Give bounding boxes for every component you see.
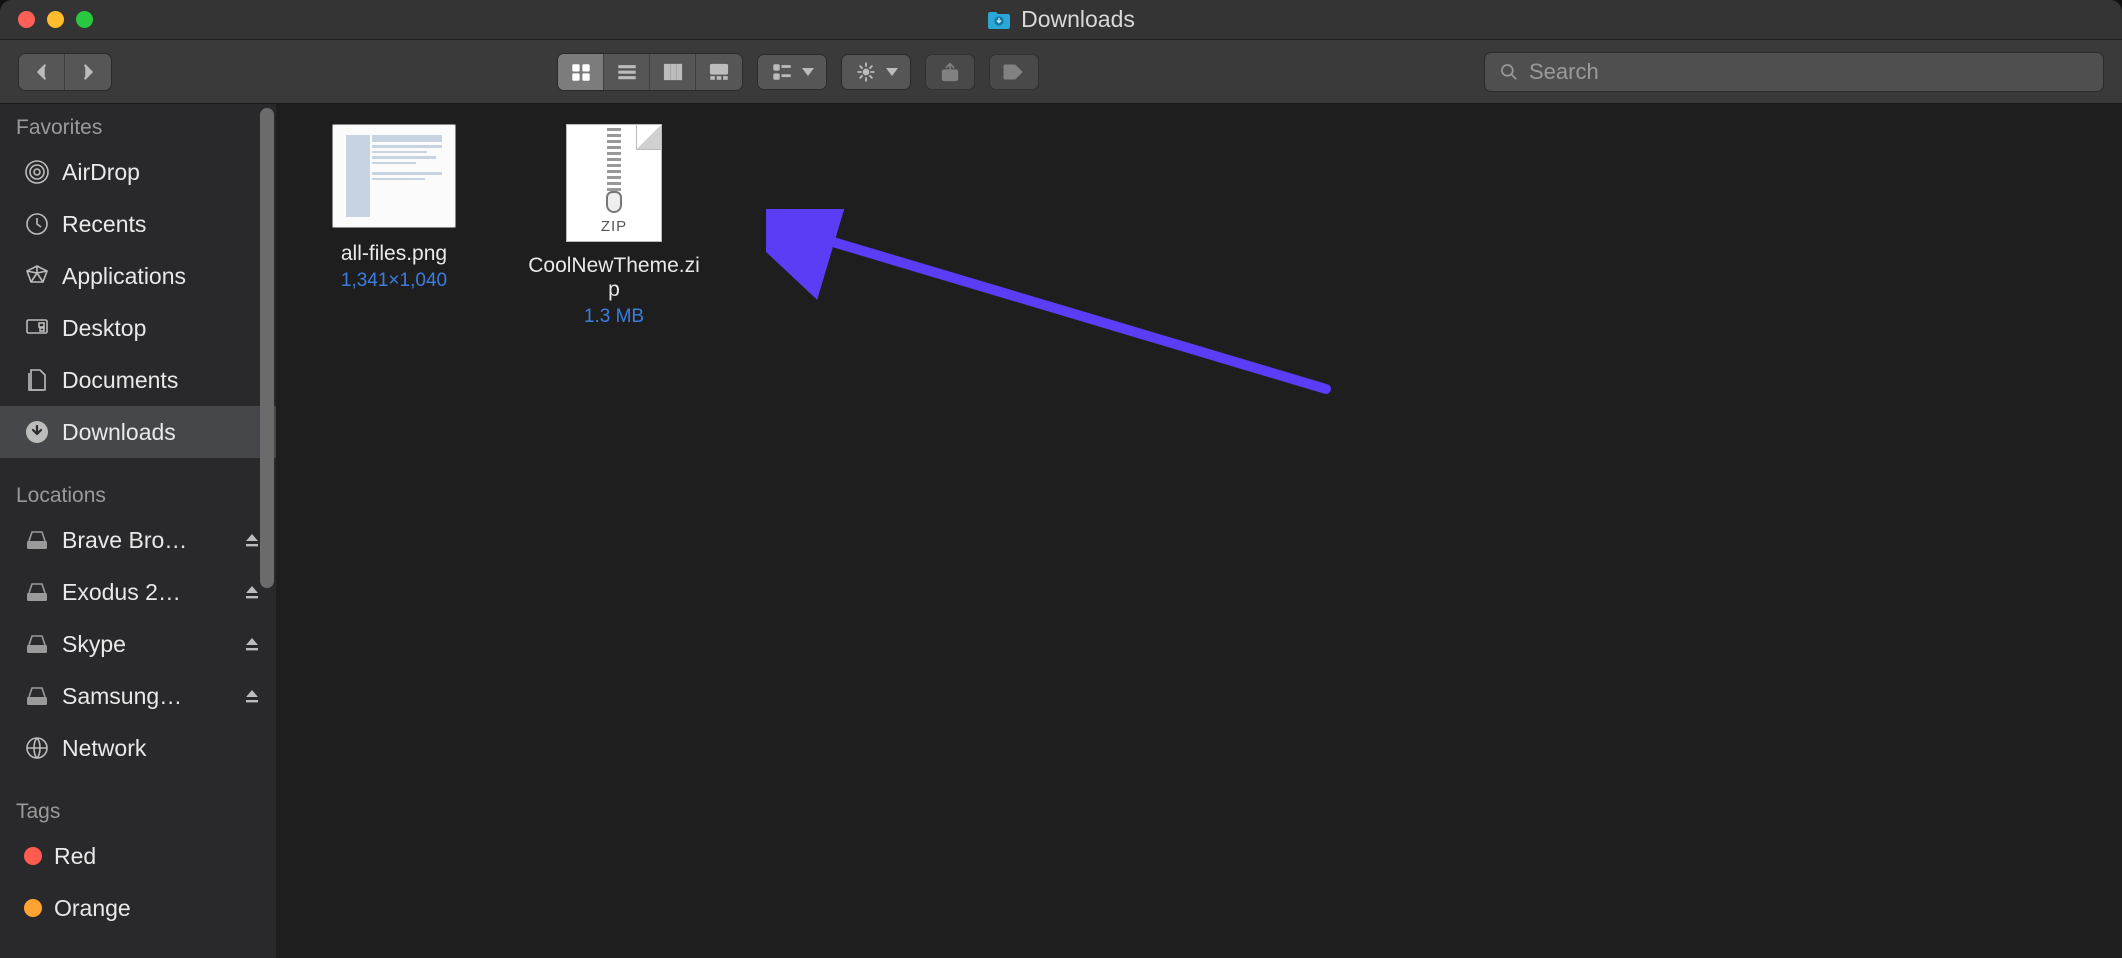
chevron-down-icon [886, 68, 898, 76]
downloads-icon [24, 419, 50, 445]
sidebar-section-locations: Locations [0, 472, 276, 514]
file-item[interactable]: all-files.png 1,341×1,040 [304, 124, 484, 292]
chevron-down-icon [802, 68, 814, 76]
documents-icon [24, 367, 50, 393]
sidebar-item-network[interactable]: Network [0, 722, 276, 774]
annotation-arrow [766, 209, 1366, 429]
drive-icon [24, 527, 50, 553]
applications-icon [24, 263, 50, 289]
desktop-icon [24, 315, 50, 341]
search-field[interactable]: Search [1484, 52, 2104, 92]
nav-buttons [18, 53, 112, 91]
file-thumbnail-image [332, 124, 456, 228]
sidebar-item-skype[interactable]: Skype [0, 618, 276, 670]
sidebar-item-samsung[interactable]: Samsung… [0, 670, 276, 722]
file-browser[interactable]: all-files.png 1,341×1,040 ZIP CoolNewThe… [276, 104, 2122, 958]
sidebar-item-exodus[interactable]: Exodus 2… [0, 566, 276, 618]
action-menu[interactable] [841, 54, 911, 90]
eject-icon[interactable] [244, 636, 260, 652]
view-mode-icon[interactable] [558, 54, 604, 90]
edit-tags-button[interactable] [989, 54, 1039, 90]
drive-icon [24, 683, 50, 709]
sidebar-tag-orange[interactable]: Orange [0, 882, 276, 934]
titlebar: Downloads [0, 0, 2122, 40]
drive-icon [24, 631, 50, 657]
sidebar-item-airdrop[interactable]: AirDrop [0, 146, 276, 198]
sidebar-item-downloads[interactable]: Downloads [0, 406, 276, 458]
close-window-button[interactable] [18, 11, 35, 28]
window-title: Downloads [0, 6, 2122, 33]
file-meta: 1,341×1,040 [341, 270, 447, 292]
sidebar-item-brave[interactable]: Brave Bro… [0, 514, 276, 566]
sidebar-item-desktop[interactable]: Desktop [0, 302, 276, 354]
file-item[interactable]: ZIP CoolNewTheme.zip 1.3 MB [524, 124, 704, 328]
group-by-menu[interactable] [757, 54, 827, 90]
search-icon [1499, 62, 1519, 82]
file-name: all-files.png [341, 242, 447, 266]
sidebar-item-recents[interactable]: Recents [0, 198, 276, 250]
sidebar-section-tags: Tags [0, 788, 276, 830]
clock-icon [24, 211, 50, 237]
window-controls [0, 11, 93, 28]
zoom-window-button[interactable] [76, 11, 93, 28]
sidebar-item-documents[interactable]: Documents [0, 354, 276, 406]
sidebar-scrollbar[interactable] [260, 108, 274, 588]
eject-icon[interactable] [244, 532, 260, 548]
downloads-folder-icon [987, 10, 1011, 30]
airdrop-icon [24, 159, 50, 185]
view-mode-column[interactable] [650, 54, 696, 90]
tag-dot-icon [24, 899, 42, 917]
file-name: CoolNewTheme.zip [524, 254, 704, 302]
back-button[interactable] [19, 54, 65, 90]
view-mode-list[interactable] [604, 54, 650, 90]
eject-icon[interactable] [244, 688, 260, 704]
sidebar[interactable]: Favorites AirDrop Recents Applications D… [0, 104, 276, 958]
eject-icon[interactable] [244, 584, 260, 600]
tag-dot-icon [24, 847, 42, 865]
drive-icon [24, 579, 50, 605]
sidebar-tag-red[interactable]: Red [0, 830, 276, 882]
zipper-pull-icon [606, 191, 622, 213]
share-button[interactable] [925, 54, 975, 90]
zip-label: ZIP [567, 218, 661, 235]
file-meta: 1.3 MB [584, 306, 644, 328]
minimize-window-button[interactable] [47, 11, 64, 28]
forward-button[interactable] [65, 54, 111, 90]
zipper-icon [607, 125, 621, 197]
search-placeholder: Search [1529, 59, 1599, 85]
sidebar-item-applications[interactable]: Applications [0, 250, 276, 302]
view-mode-gallery[interactable] [696, 54, 742, 90]
window-body: Favorites AirDrop Recents Applications D… [0, 104, 2122, 958]
view-mode-switcher [557, 53, 743, 91]
file-thumbnail-zip: ZIP [566, 124, 662, 242]
toolbar: Search [0, 40, 2122, 104]
finder-window: Downloads [0, 0, 2122, 958]
sidebar-section-favorites: Favorites [0, 104, 276, 146]
network-icon [24, 735, 50, 761]
window-title-text: Downloads [1021, 6, 1135, 33]
